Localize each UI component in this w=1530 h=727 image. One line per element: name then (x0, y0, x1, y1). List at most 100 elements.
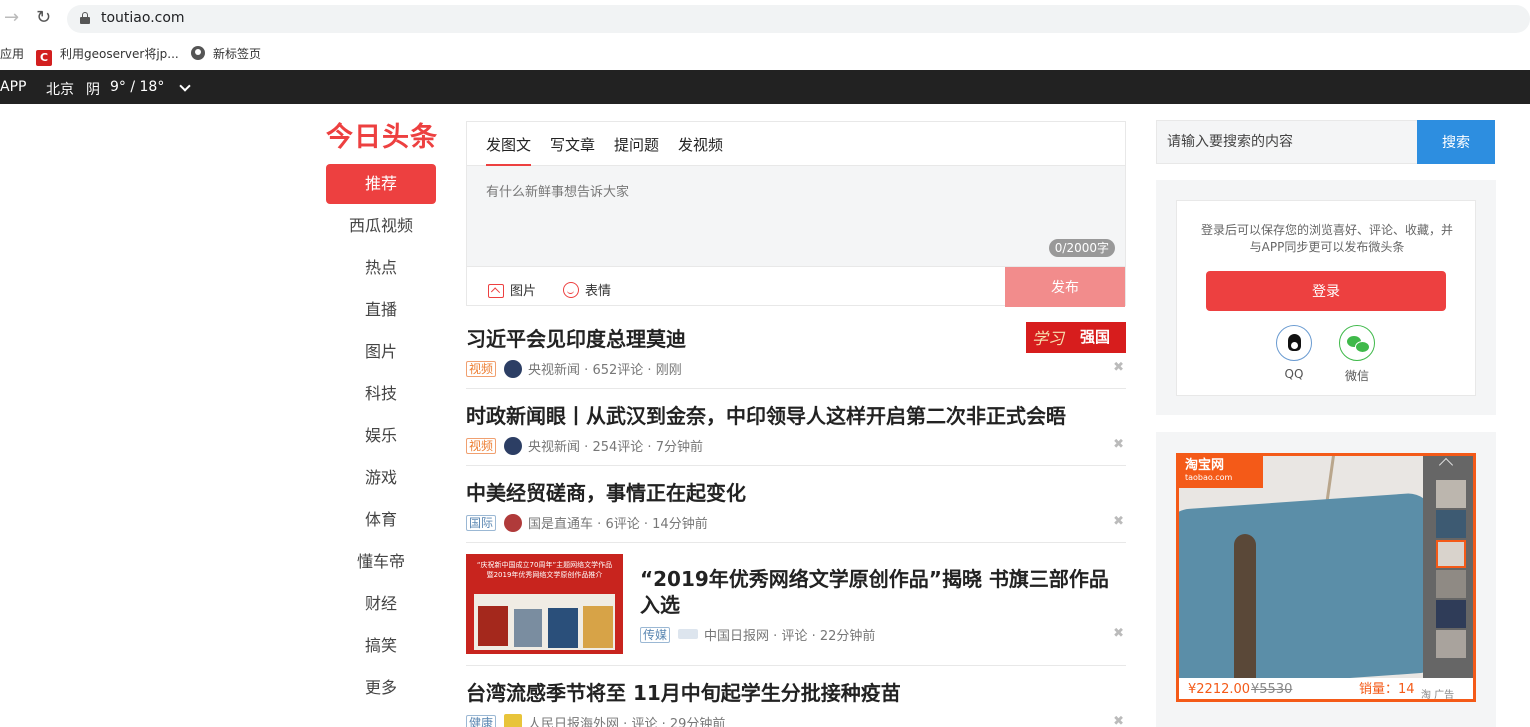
bookmark-apps[interactable]: 应用 (0, 45, 24, 63)
comment-count[interactable]: 254评论 (592, 440, 643, 455)
nav-item-more[interactable]: 更多 (326, 668, 436, 708)
dislike-close-icon[interactable]: ✖ (1113, 437, 1124, 452)
nav-item-xigua-video[interactable]: 西瓜视频 (326, 206, 436, 246)
ad-thumbnail[interactable] (1436, 630, 1466, 658)
feed-item-title[interactable]: 时政新闻眼丨从武汉到金奈，中印领导人这样开启第二次非正式会晤 (466, 400, 1066, 429)
ad-thumbnail-selected[interactable] (1436, 540, 1466, 568)
reload-icon[interactable]: ↻ (36, 8, 56, 28)
nav-item-live[interactable]: 直播 (326, 290, 436, 330)
source-avatar[interactable] (504, 360, 523, 378)
address-bar[interactable]: toutiao.com (67, 5, 1530, 33)
channel-nav: 推荐 西瓜视频 热点 直播 图片 科技 娱乐 游戏 体育 懂车帝 财经 搞笑 更… (326, 164, 436, 710)
comment-count[interactable]: 6评论 (605, 517, 639, 532)
site-topbar: APP 北京 阴 9° / 18° (0, 70, 1530, 104)
ad-thumbnail[interactable] (1436, 480, 1466, 508)
source-avatar[interactable] (504, 437, 523, 455)
qq-login-button[interactable]: QQ (1274, 325, 1314, 381)
publish-placeholder: 有什么新鲜事想告诉大家 (486, 185, 630, 200)
dislike-close-icon[interactable]: ✖ (1113, 514, 1124, 529)
dislike-close-icon[interactable]: ✖ (1113, 626, 1124, 641)
ad-product-image[interactable]: 淘宝网 taobao.com (1179, 456, 1423, 678)
taobao-ad[interactable]: 淘宝网 taobao.com ¥2212.00 ¥5530 销量：14 (1176, 453, 1476, 702)
bookmark-newtab[interactable]: 新标签页 (191, 45, 261, 63)
category-tag: 视频 (466, 438, 497, 454)
login-card: 登录后可以保存您的浏览喜好、评论、收藏，并与APP同步更可以发布微头条 登录 Q… (1176, 200, 1476, 396)
source-name[interactable]: 国是直通车 (528, 517, 593, 532)
feed-item-title[interactable]: 中美经贸磋商，事情正在起变化 (466, 477, 746, 506)
ad-thumbnail-strip (1423, 456, 1473, 678)
feed-item-meta: 视频 央视新闻 · 652评论 · 刚刚 (466, 359, 682, 378)
chevron-down-icon[interactable] (179, 80, 191, 92)
xuexi-qiangguo-badge[interactable]: 学习 强国 (1026, 322, 1126, 353)
nav-item-games[interactable]: 游戏 (326, 458, 436, 498)
forward-arrow-icon[interactable]: → (4, 8, 24, 28)
taobao-logo: 淘宝网 taobao.com (1179, 456, 1263, 488)
comment-count[interactable]: 评论 (781, 629, 807, 644)
ad-price: ¥2212.00 (1188, 682, 1251, 697)
nav-item-finance[interactable]: 财经 (326, 584, 436, 624)
chevron-up-icon[interactable] (1438, 457, 1454, 473)
globe-icon (191, 46, 205, 60)
source-avatar[interactable] (504, 514, 523, 532)
publish-textarea[interactable]: 有什么新鲜事想告诉大家 0/2000字 (467, 166, 1125, 266)
publish-time: 29分钟前 (669, 717, 726, 727)
feed-item[interactable]: 台湾流感季节将至 11月中旬起学生分批接种疫苗 健康 人民日报海外网 · 评论 ·… (466, 666, 1126, 727)
comment-count[interactable]: 评论 (631, 717, 657, 727)
source-name[interactable]: 央视新闻 (528, 363, 580, 378)
source-avatar[interactable] (678, 629, 699, 639)
ad-sales: 销量：14 (1359, 682, 1415, 697)
publish-time: 22分钟前 (819, 629, 876, 644)
bookmark-favicon-icon: C (36, 50, 52, 66)
source-name[interactable]: 人民日报海外网 (528, 717, 619, 727)
feed-item-title[interactable]: 习近平会见印度总理莫迪 (466, 323, 686, 352)
publish-button[interactable]: 发布 (1005, 267, 1125, 307)
add-image-button[interactable]: 图片 (488, 280, 536, 299)
nav-item-tech[interactable]: 科技 (326, 374, 436, 414)
source-avatar[interactable] (504, 714, 523, 727)
add-emoji-button[interactable]: 表情 (563, 280, 611, 299)
nav-item-images[interactable]: 图片 (326, 332, 436, 372)
source-name[interactable]: 中国日报网 (704, 629, 769, 644)
feed-item-title[interactable]: “2019年优秀网络文学原创作品”揭晓 书旗三部作品入选 (640, 566, 1120, 618)
ad-old-price: ¥5530 (1251, 682, 1293, 697)
feed-item-meta: 健康 人民日报海外网 · 评论 · 29分钟前 (466, 713, 725, 727)
url-text[interactable]: toutiao.com (101, 10, 185, 26)
nav-item-hot[interactable]: 热点 (326, 248, 436, 288)
dislike-close-icon[interactable]: ✖ (1113, 360, 1124, 375)
nav-item-entertainment[interactable]: 娱乐 (326, 416, 436, 456)
tab-post-video[interactable]: 发视频 (678, 134, 723, 166)
feed-item[interactable]: 习近平会见印度总理莫迪 学习 强国 视频 央视新闻 · 652评论 · 刚刚 ✖ (466, 306, 1126, 389)
topbar-city[interactable]: 北京 (46, 79, 74, 99)
wechat-login-button[interactable]: 微信 (1337, 325, 1377, 384)
tab-ask-question[interactable]: 提问题 (614, 134, 659, 166)
dislike-close-icon[interactable]: ✖ (1113, 714, 1124, 727)
feed-item-thumbnail[interactable]: “庆祝新中国成立70周年”主题网络文学作品暨2019年优秀网络文学原创作品推介 (466, 554, 623, 654)
ad-thumbnail[interactable] (1436, 570, 1466, 598)
ad-thumbnail[interactable] (1436, 600, 1466, 628)
comment-count[interactable]: 652评论 (592, 363, 643, 378)
feed-item-meta: 国际 国是直通车 · 6评论 · 14分钟前 (466, 513, 708, 532)
login-button[interactable]: 登录 (1206, 271, 1446, 311)
feed-item[interactable]: 中美经贸磋商，事情正在起变化 国际 国是直通车 · 6评论 · 14分钟前 ✖ (466, 466, 1126, 543)
nav-item-recommend[interactable]: 推荐 (326, 164, 436, 204)
feed-item[interactable]: “庆祝新中国成立70周年”主题网络文学作品暨2019年优秀网络文学原创作品推介 … (466, 543, 1126, 666)
publish-toolbar: 图片 表情 发布 (467, 266, 1125, 307)
tab-write-article[interactable]: 写文章 (550, 134, 595, 166)
source-name[interactable]: 央视新闻 (528, 440, 580, 455)
ad-thumbnail[interactable] (1436, 510, 1466, 538)
topbar-app-link[interactable]: APP (0, 79, 26, 95)
topbar-weather: 阴 (86, 82, 100, 98)
feed-item-title[interactable]: 台湾流感季节将至 11月中旬起学生分批接种疫苗 (466, 677, 901, 706)
nav-item-funny[interactable]: 搞笑 (326, 626, 436, 666)
qq-icon (1276, 325, 1312, 361)
bookmark-geoserver[interactable]: C 利用geoserver将jp... (36, 45, 179, 66)
search-input[interactable] (1156, 120, 1417, 164)
nav-item-dongchedi[interactable]: 懂车帝 (326, 542, 436, 582)
tab-post-image-text[interactable]: 发图文 (486, 134, 532, 166)
nav-item-sports[interactable]: 体育 (326, 500, 436, 540)
site-logo[interactable]: 今日头条 (326, 115, 438, 154)
feed-item[interactable]: 时政新闻眼丨从武汉到金奈，中印领导人这样开启第二次非正式会晤 视频 央视新闻 · … (466, 389, 1126, 466)
category-tag: 健康 (466, 715, 497, 727)
browser-toolbar: → ↻ toutiao.com (0, 0, 1530, 38)
search-button[interactable]: 搜索 (1417, 120, 1495, 164)
